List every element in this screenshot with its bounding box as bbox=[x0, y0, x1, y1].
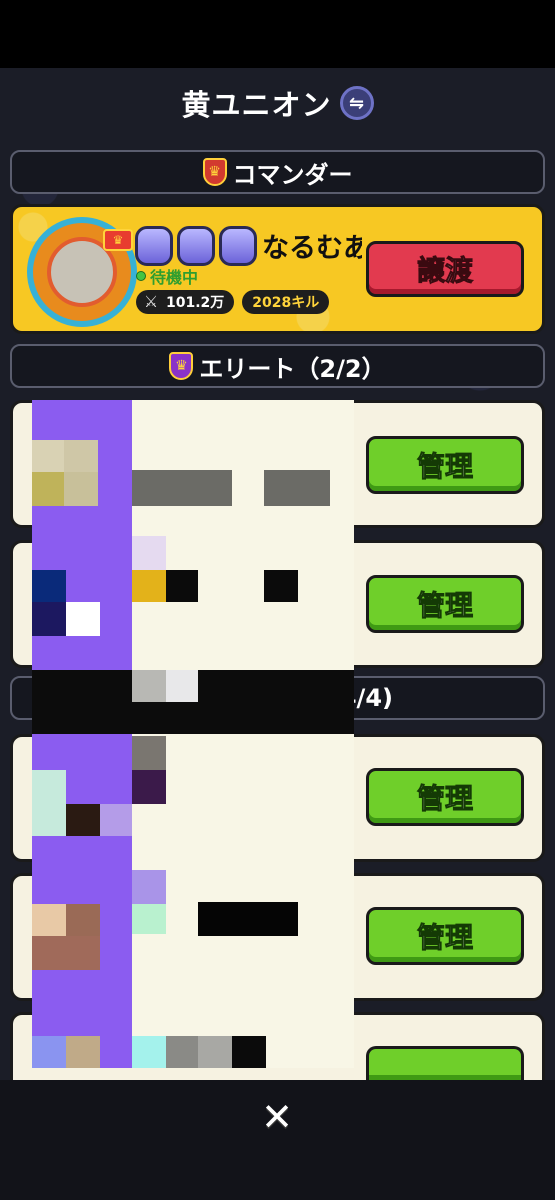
manage-button[interactable]: 管理 bbox=[366, 768, 524, 826]
status-text: 待機中 bbox=[150, 268, 199, 287]
swap-icon[interactable]: ⇋ bbox=[339, 86, 374, 120]
crown-icon: ♛ bbox=[103, 229, 133, 251]
elite-section-header: ♛ エリート（2/2） bbox=[10, 344, 545, 388]
elite-section-label: エリート（2/2） bbox=[199, 354, 386, 383]
rank-badges bbox=[135, 226, 257, 266]
kill-value: 2028キル bbox=[252, 295, 320, 311]
commander-section-header: ♛ コマンダー bbox=[10, 150, 545, 194]
manage-button[interactable]: 管理 bbox=[366, 907, 524, 965]
online-dot-icon bbox=[136, 271, 146, 281]
rank-badge-icon bbox=[219, 226, 257, 266]
power-pill: ⚔ 101.2万 bbox=[136, 290, 235, 314]
censor-mosaic bbox=[32, 400, 354, 1068]
status-indicator: 待機中 bbox=[136, 264, 198, 288]
commander-name: なるむあ bbox=[262, 233, 362, 264]
rank-badge-icon bbox=[135, 226, 173, 266]
commander-section-label: コマンダー bbox=[232, 160, 353, 189]
kill-pill: 2028キル bbox=[242, 290, 330, 314]
top-bar bbox=[0, 0, 555, 68]
manage-button[interactable]: 管理 bbox=[366, 436, 524, 494]
close-icon[interactable]: ✕ bbox=[256, 1096, 298, 1138]
rank-badge-icon bbox=[177, 226, 215, 266]
commander-stats: ⚔ 101.2万 2028キル bbox=[136, 290, 330, 314]
crown-crest-icon: ♛ bbox=[202, 158, 227, 186]
crossed-swords-icon: ⚔ bbox=[143, 292, 159, 311]
crown-crest-icon: ♛ bbox=[169, 352, 194, 380]
page-title: 黄ユニオン bbox=[181, 88, 332, 122]
transfer-button[interactable]: 譲渡 bbox=[366, 241, 524, 297]
header: 黄ユニオン ⇋ bbox=[0, 78, 555, 128]
power-value: 101.2万 bbox=[166, 295, 225, 311]
manage-button[interactable]: 管理 bbox=[366, 575, 524, 633]
manage-button[interactable] bbox=[366, 1046, 524, 1080]
